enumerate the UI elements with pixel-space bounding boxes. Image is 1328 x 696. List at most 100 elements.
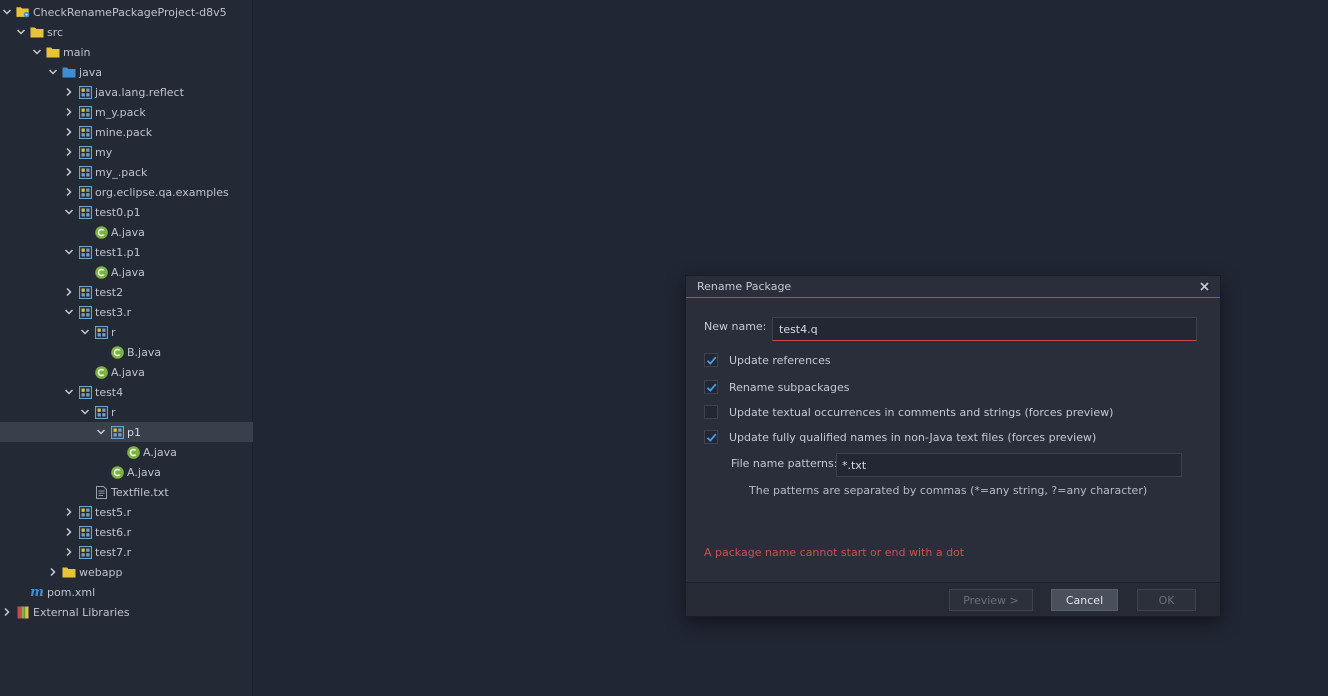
package-icon	[78, 165, 92, 179]
chevron-down-icon[interactable]	[78, 405, 92, 419]
tree-row[interactable]: test0.p1	[0, 202, 253, 222]
tree-row[interactable]: test5.r	[0, 502, 253, 522]
package-icon	[78, 385, 92, 399]
tree-item-label: A.java	[111, 365, 145, 379]
chevron-right-icon[interactable]	[62, 525, 76, 539]
chevron-right-icon[interactable]	[62, 145, 76, 159]
chevron-right-icon[interactable]	[62, 165, 76, 179]
folder-icon	[62, 565, 76, 579]
chevron-right-icon[interactable]	[0, 605, 14, 619]
tree-row[interactable]: B.java	[0, 342, 253, 362]
chevron-down-icon[interactable]	[94, 425, 108, 439]
dialog-title: Rename Package	[697, 280, 792, 293]
tree-item-label: my_.pack	[95, 165, 148, 179]
tree-item-label: org.eclipse.qa.examples	[95, 185, 229, 199]
java-class-icon	[126, 445, 140, 459]
tree-row[interactable]: webapp	[0, 562, 253, 582]
tree-item-label: A.java	[143, 445, 177, 459]
tree-row[interactable]: m_y.pack	[0, 102, 253, 122]
tree-row[interactable]: my_.pack	[0, 162, 253, 182]
chevron-down-icon[interactable]	[0, 5, 14, 19]
tree-item-label: p1	[127, 425, 141, 439]
tree-row[interactable]: CheckRenamePackageProject-d8v5	[0, 2, 253, 22]
tree-row[interactable]: A.java	[0, 442, 253, 462]
tree-item-label: A.java	[111, 225, 145, 239]
tree-item-label: r	[111, 325, 116, 339]
rename-subpackages-option[interactable]: Rename subpackages	[704, 380, 849, 394]
package-icon	[78, 285, 92, 299]
chevron-right-icon[interactable]	[62, 505, 76, 519]
tree-item-label: CheckRenamePackageProject-d8v5	[33, 5, 227, 19]
cancel-button[interactable]: Cancel	[1051, 589, 1118, 611]
chevron-down-icon[interactable]	[62, 385, 76, 399]
tree-row[interactable]: A.java	[0, 222, 253, 242]
tree-row[interactable]: test7.r	[0, 542, 253, 562]
chevron-down-icon[interactable]	[78, 325, 92, 339]
ok-button[interactable]: OK	[1137, 589, 1196, 611]
tree-row[interactable]: mine.pack	[0, 122, 253, 142]
update-qualified-names-option[interactable]: Update fully qualified names in non-Java…	[704, 430, 1096, 444]
package-icon	[78, 505, 92, 519]
chevron-down-icon[interactable]	[62, 205, 76, 219]
tree-item-label: test1.p1	[95, 245, 141, 259]
chevron-down-icon[interactable]	[46, 65, 60, 79]
chevron-down-icon[interactable]	[14, 25, 28, 39]
chevron-right-icon[interactable]	[62, 185, 76, 199]
chevron-right-icon[interactable]	[62, 545, 76, 559]
package-icon	[78, 525, 92, 539]
tree-row[interactable]: External Libraries	[0, 602, 253, 622]
tree-row[interactable]: test2	[0, 282, 253, 302]
tree-row[interactable]: src	[0, 22, 253, 42]
chevron-right-icon[interactable]	[62, 105, 76, 119]
tree-item-label: r	[111, 405, 116, 419]
chevron-right-icon[interactable]	[46, 565, 60, 579]
update-references-label: Update references	[729, 353, 831, 367]
tree-row[interactable]: java	[0, 62, 253, 82]
package-icon	[78, 185, 92, 199]
file-name-patterns-input[interactable]	[836, 453, 1182, 477]
source-folder-icon	[62, 65, 76, 79]
chevron-down-icon[interactable]	[30, 45, 44, 59]
tree-row[interactable]: A.java	[0, 362, 253, 382]
update-references-checkbox[interactable]	[704, 353, 718, 367]
tree-row[interactable]: A.java	[0, 262, 253, 282]
rename-subpackages-label: Rename subpackages	[729, 380, 850, 394]
tree-item-label: test5.r	[95, 505, 132, 519]
tree-item-label: my	[95, 145, 113, 159]
tree-row[interactable]: Textfile.txt	[0, 482, 253, 502]
tree-row[interactable]: test3.r	[0, 302, 253, 322]
chevron-down-icon[interactable]	[62, 305, 76, 319]
tree-row[interactable]: java.lang.reflect	[0, 82, 253, 102]
close-icon[interactable]	[1198, 280, 1210, 292]
tree-row[interactable]: m pom.xml	[0, 582, 253, 602]
update-textual-occurrences-checkbox[interactable]	[704, 405, 718, 419]
update-textual-occurrences-option[interactable]: Update textual occurrences in comments a…	[704, 405, 1113, 419]
tree-row[interactable]: r	[0, 322, 253, 342]
preview-button[interactable]: Preview >	[949, 589, 1033, 611]
project-folder-icon	[16, 5, 30, 19]
update-references-option[interactable]: Update references	[704, 353, 831, 367]
chevron-right-icon[interactable]	[62, 125, 76, 139]
tree-row[interactable]: test6.r	[0, 522, 253, 542]
tree-row[interactable]: test4	[0, 382, 253, 402]
rename-subpackages-checkbox[interactable]	[704, 380, 718, 394]
dialog-footer: Preview > Cancel OK	[686, 582, 1220, 616]
tree-item-label: m_y.pack	[95, 105, 146, 119]
update-qualified-names-checkbox[interactable]	[704, 430, 718, 444]
tree-row[interactable]: org.eclipse.qa.examples	[0, 182, 253, 202]
chevron-right-icon[interactable]	[62, 285, 76, 299]
tree-row[interactable]: test1.p1	[0, 242, 253, 262]
tree-row[interactable]: A.java	[0, 462, 253, 482]
tree-row[interactable]: my	[0, 142, 253, 162]
tree-row[interactable]: r	[0, 402, 253, 422]
new-name-input[interactable]	[772, 317, 1197, 341]
package-icon	[78, 545, 92, 559]
chevron-right-icon[interactable]	[62, 85, 76, 99]
package-icon	[78, 245, 92, 259]
tree-row[interactable]: main	[0, 42, 253, 62]
tree-item-label: B.java	[127, 345, 162, 359]
tree-row[interactable]: p1	[0, 422, 253, 442]
chevron-down-icon[interactable]	[62, 245, 76, 259]
tree-item-label: webapp	[79, 565, 123, 579]
